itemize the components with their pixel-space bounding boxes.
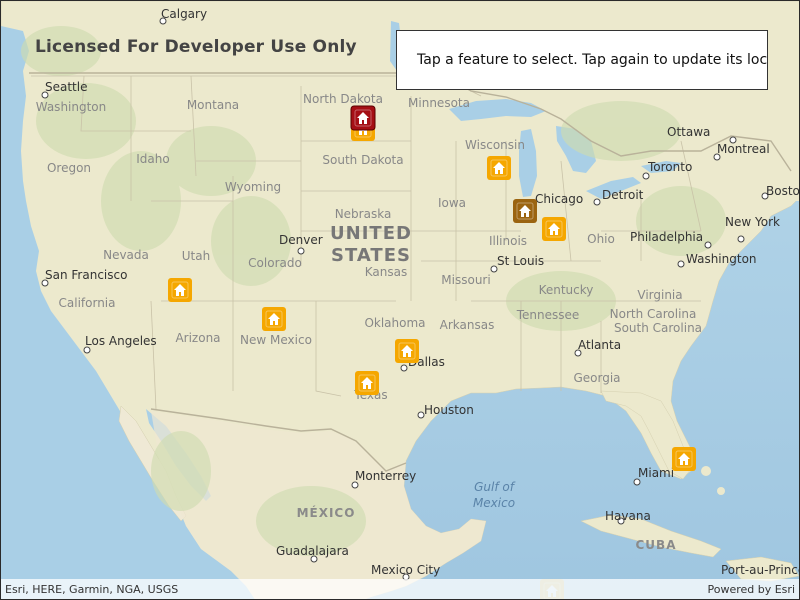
city-label: Seattle — [45, 80, 87, 94]
state-label: Arkansas — [440, 318, 495, 332]
region-label: MÉXICO — [297, 505, 356, 520]
city-label: St Louis — [497, 254, 544, 268]
country-label: STATES — [331, 245, 411, 266]
city-label: San Francisco — [45, 268, 127, 282]
city-label: Chicago — [535, 192, 583, 206]
state-label: New Mexico — [240, 333, 312, 347]
city-label: Calgary — [161, 7, 207, 21]
country-label: UNITED — [330, 223, 412, 244]
state-label: Colorado — [248, 256, 302, 270]
state-label: Oregon — [47, 161, 91, 175]
state-label: Arizona — [175, 331, 220, 345]
city-label: Port-au-Prince — [721, 563, 800, 577]
city-label: Montreal — [717, 142, 770, 156]
city-label: Los Angeles — [85, 334, 157, 348]
bahamas — [701, 466, 711, 476]
state-label: Kansas — [365, 265, 407, 279]
state-label: Montana — [187, 98, 239, 112]
state-label: Virginia — [637, 288, 682, 302]
city-label: Guadalajara — [276, 544, 349, 558]
state-label: South Carolina — [614, 321, 702, 335]
powered-by-text[interactable]: Powered by Esri — [707, 583, 795, 596]
city-label: Houston — [424, 403, 474, 417]
city-label: Havana — [605, 509, 651, 523]
house-marker-icon[interactable] — [487, 156, 511, 180]
water-label: Gulf of — [474, 480, 516, 494]
state-label: Idaho — [136, 152, 169, 166]
state-label: Iowa — [438, 196, 466, 210]
state-label: Ohio — [587, 232, 615, 246]
map-view[interactable]: UNITED STATES Washington Montana North D… — [1, 1, 800, 600]
house-marker-icon[interactable] — [262, 307, 286, 331]
developer-watermark: Licensed For Developer Use Only — [35, 37, 357, 57]
state-label: Kentucky — [539, 283, 594, 297]
house-marker-icon[interactable] — [168, 278, 192, 302]
house-marker-icon[interactable] — [672, 447, 696, 471]
state-label: South Dakota — [322, 153, 403, 167]
state-label: Georgia — [573, 371, 620, 385]
city-label: Washington — [686, 252, 757, 266]
attribution-text[interactable]: Esri, HERE, Garmin, NGA, USGS — [5, 583, 178, 596]
city-label: Philadelphia — [630, 230, 703, 244]
state-label: North Dakota — [303, 92, 383, 106]
city-label: Monterrey — [355, 469, 416, 483]
map-app: UNITED STATES Washington Montana North D… — [0, 0, 800, 600]
city-label: Atlanta — [578, 338, 621, 352]
state-label: Oklahoma — [364, 316, 425, 330]
state-label: Minnesota — [408, 96, 470, 110]
region-label: CUBA — [636, 538, 677, 552]
bahamas — [717, 487, 725, 495]
state-label: Illinois — [489, 234, 527, 248]
house-marker-icon[interactable] — [542, 217, 566, 241]
selected-house-marker-icon[interactable] — [350, 105, 376, 131]
state-label: Wisconsin — [465, 138, 525, 152]
instruction-panel: Tap a feature to select. Tap again to up… — [396, 30, 768, 90]
water-label: Mexico — [473, 496, 515, 510]
house-marker-icon[interactable] — [513, 199, 537, 223]
state-label: Nevada — [103, 248, 149, 262]
city-label: Boston — [766, 184, 800, 198]
city-label: Mexico City — [371, 563, 440, 577]
state-label: Missouri — [441, 273, 490, 287]
state-label: North Carolina — [610, 307, 697, 321]
state-label: Utah — [182, 249, 210, 263]
state-label: California — [59, 296, 116, 310]
city-label: Detroit — [602, 188, 644, 202]
attribution-bar: Esri, HERE, Garmin, NGA, USGS Powered by… — [1, 579, 799, 599]
house-marker-icon[interactable] — [395, 339, 419, 363]
state-label: Nebraska — [335, 207, 392, 221]
house-marker-icon[interactable] — [355, 371, 379, 395]
city-label: Toronto — [647, 160, 692, 174]
city-label: Miami — [638, 466, 674, 480]
state-label: Washington — [36, 100, 107, 114]
state-label: Wyoming — [225, 180, 281, 194]
city-label: Denver — [279, 233, 323, 247]
city-label: Ottawa — [667, 125, 710, 139]
state-label: Tennessee — [516, 308, 580, 322]
instruction-text: Tap a feature to select. Tap again to up… — [417, 52, 768, 68]
city-label: New York — [725, 215, 780, 229]
